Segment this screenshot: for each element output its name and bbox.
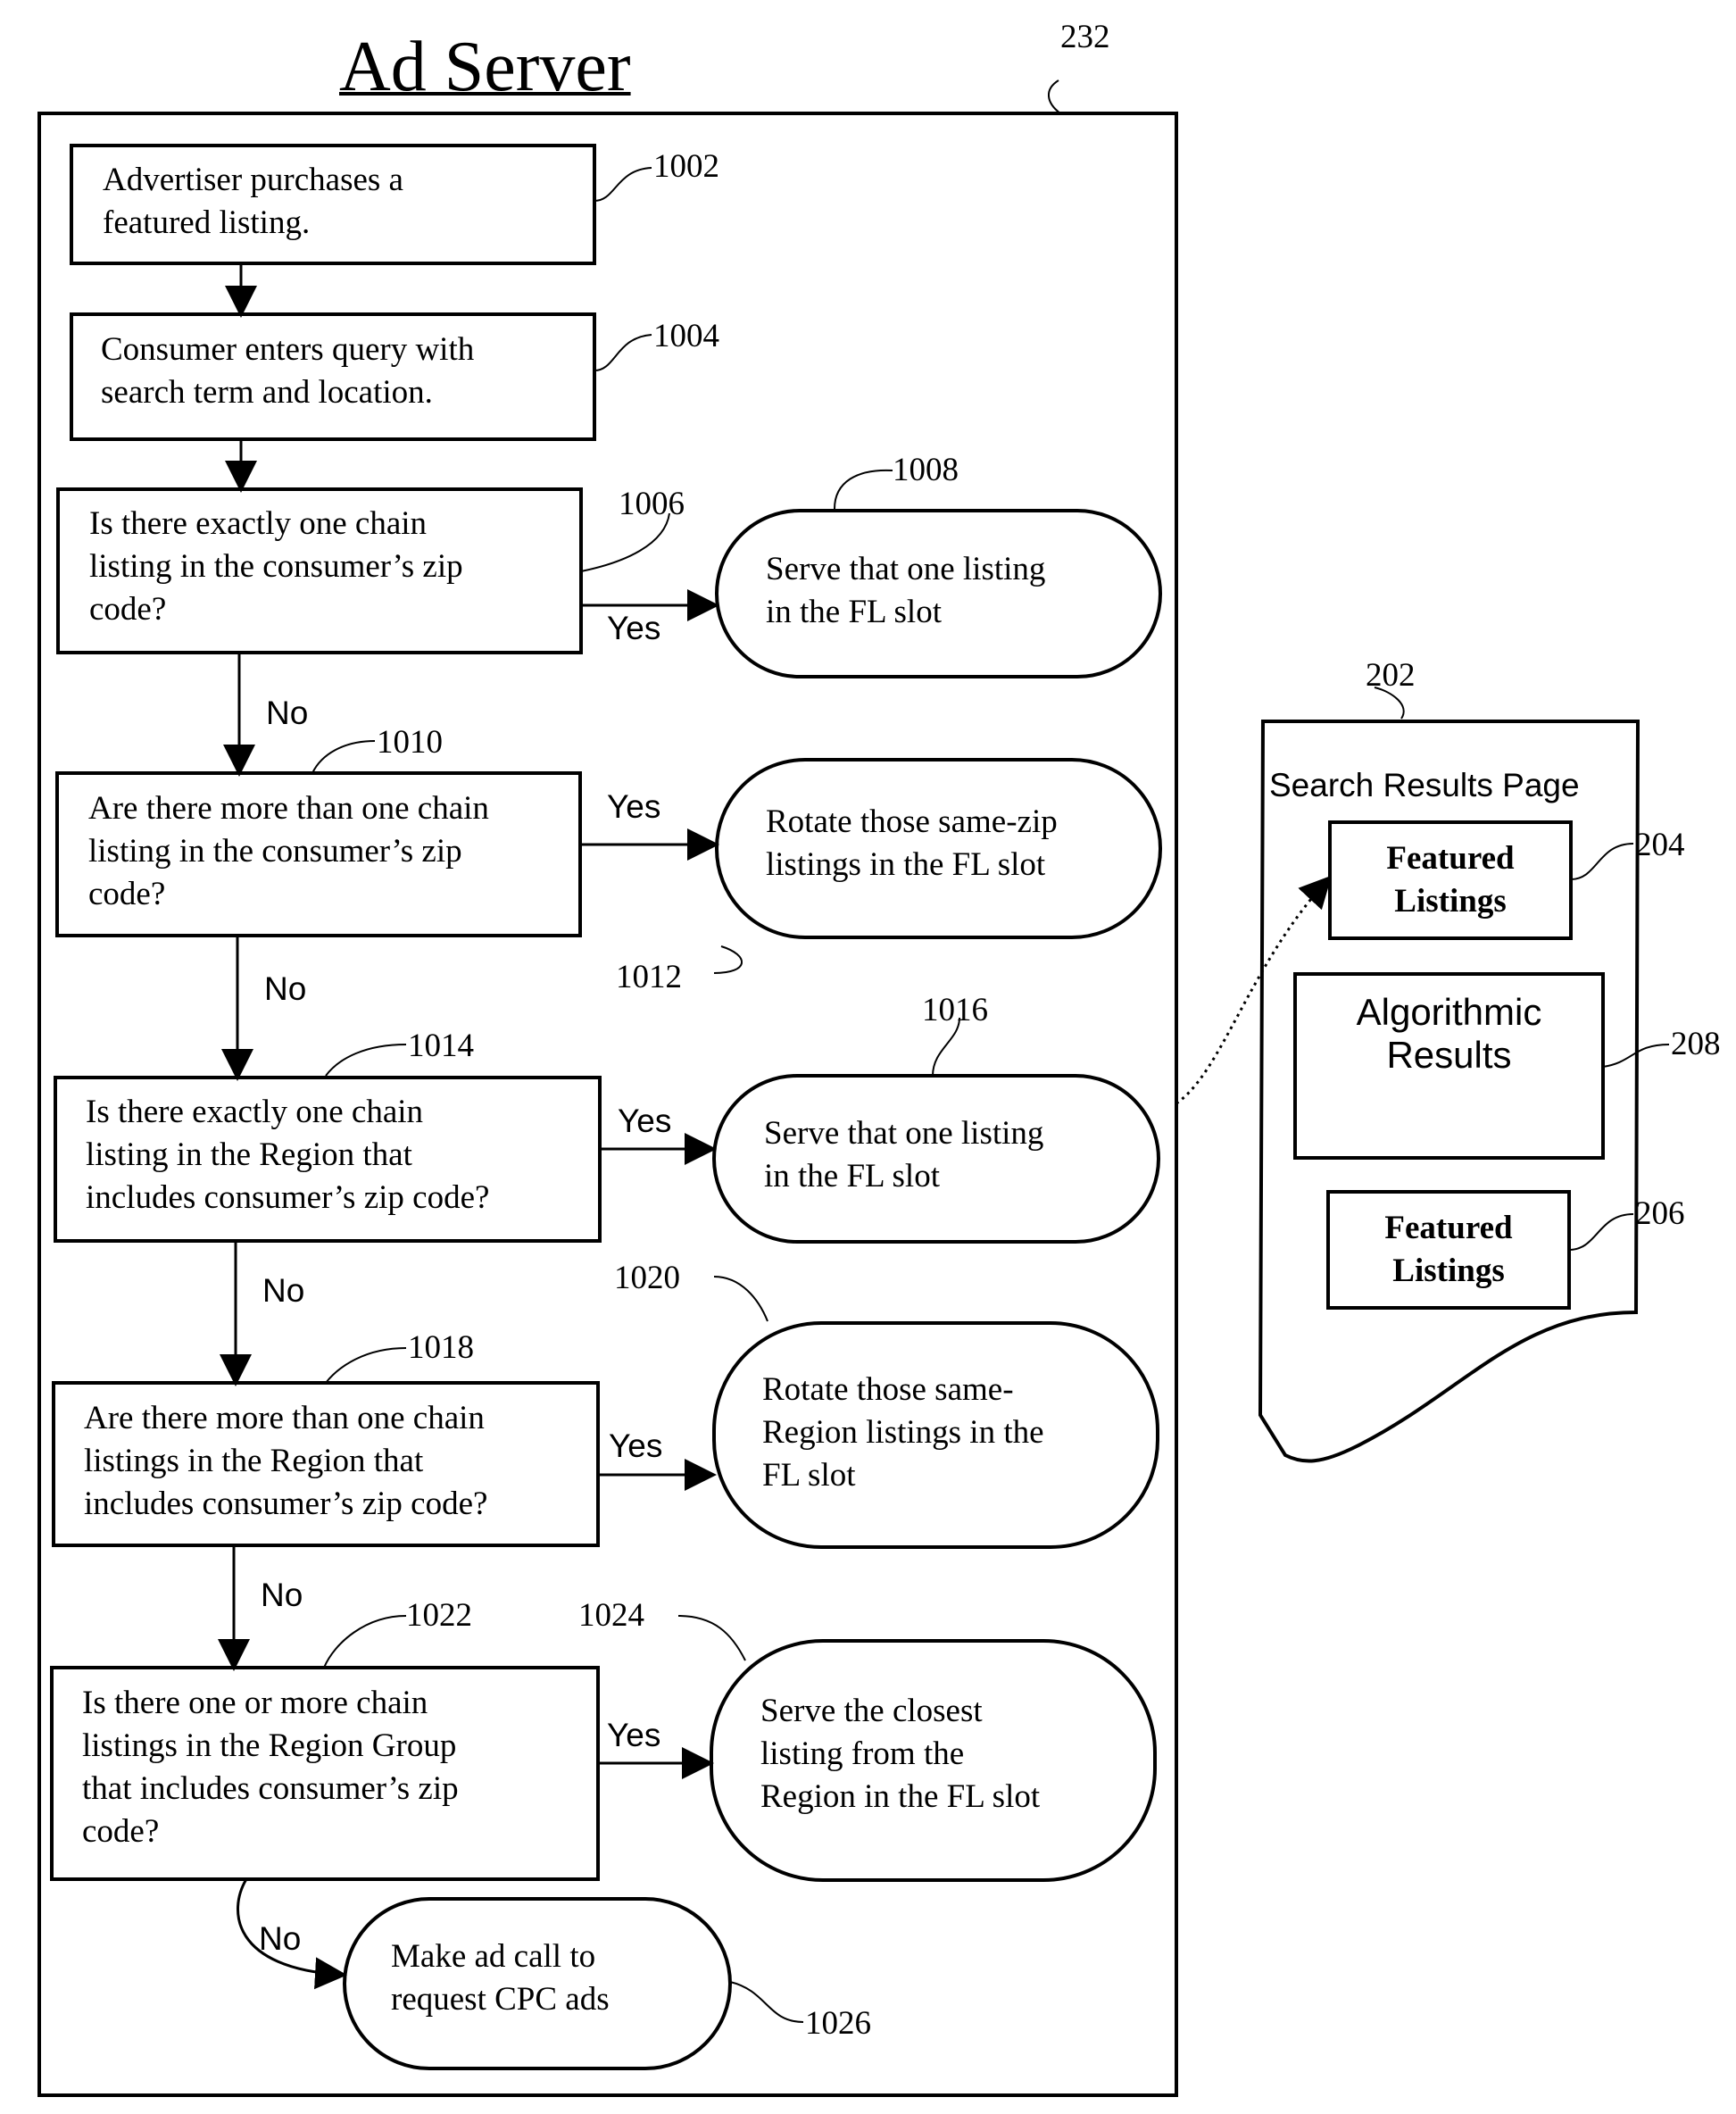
no-label-1006: No — [266, 695, 309, 731]
ref-1008: 1008 — [893, 452, 959, 488]
yes-label-1010: Yes — [607, 788, 661, 825]
step-1026-text: Make ad call to request CPC ads — [391, 1938, 610, 2018]
ref-208: 208 — [1671, 1026, 1721, 1062]
ref-1004: 1004 — [653, 318, 719, 354]
yes-label-1006: Yes — [607, 610, 661, 646]
ref-1024: 1024 — [578, 1597, 644, 1634]
yes-label-1014: Yes — [618, 1103, 672, 1139]
results-page-outline — [1258, 720, 1640, 1463]
ref-1020: 1020 — [614, 1260, 680, 1296]
ref-204: 204 — [1635, 827, 1685, 863]
ref-202: 202 — [1366, 657, 1416, 694]
ref-1018: 1018 — [408, 1329, 474, 1366]
step-1006-text: Is there exactly one chain listing in th… — [89, 505, 463, 628]
ref-1016: 1016 — [922, 992, 988, 1028]
featured-listings-top: Featured Listings — [1386, 840, 1515, 920]
ref-206: 206 — [1635, 1195, 1685, 1232]
step-1010-text: Are there more than one chain listing in… — [88, 790, 489, 912]
ref-1022: 1022 — [406, 1597, 472, 1634]
ref-1002: 1002 — [653, 148, 719, 185]
no-label-1014: No — [262, 1272, 305, 1309]
no-label-1018: No — [261, 1577, 303, 1613]
no-label-1010: No — [264, 970, 307, 1007]
yes-label-1022: Yes — [607, 1717, 661, 1753]
diagram-title: Ad Server — [339, 28, 631, 106]
step-1002-text: Advertiser purchases a featured listing. — [103, 162, 403, 241]
step-1024-text: Serve the closest listing from the Regio… — [760, 1693, 1041, 1815]
step-1016-text: Serve that one listing in the FL slot — [764, 1115, 1044, 1194]
step-1020-text: Rotate those same- Region listings in th… — [762, 1371, 1044, 1494]
step-1004-text: Consumer enters query with search term a… — [101, 331, 475, 411]
step-1008-text: Serve that one listing in the FL slot — [766, 551, 1046, 630]
no-label-1022: No — [259, 1920, 302, 1957]
search-results-page-title: Search Results Page — [1269, 767, 1580, 803]
featured-listings-bottom: Featured Listings — [1384, 1210, 1513, 1289]
step-1012-text: Rotate those same-zip listings in the FL… — [766, 803, 1058, 883]
ref-1006: 1006 — [619, 486, 685, 522]
step-1014-text: Is there exactly one chain listing in th… — [86, 1094, 490, 1216]
step-1018-text: Are there more than one chain listings i… — [84, 1400, 488, 1522]
ref-232: 232 — [1060, 19, 1110, 55]
ref-1010: 1010 — [377, 724, 443, 761]
step-1022-text: Is there one or more chain listings in t… — [82, 1685, 459, 1850]
algorithmic-results: Algorithmic Results — [1356, 991, 1542, 1076]
yes-label-1018: Yes — [609, 1427, 663, 1464]
ref-1012: 1012 — [616, 959, 682, 995]
ref-1026: 1026 — [805, 2005, 871, 2042]
ref-1014: 1014 — [408, 1028, 474, 1064]
